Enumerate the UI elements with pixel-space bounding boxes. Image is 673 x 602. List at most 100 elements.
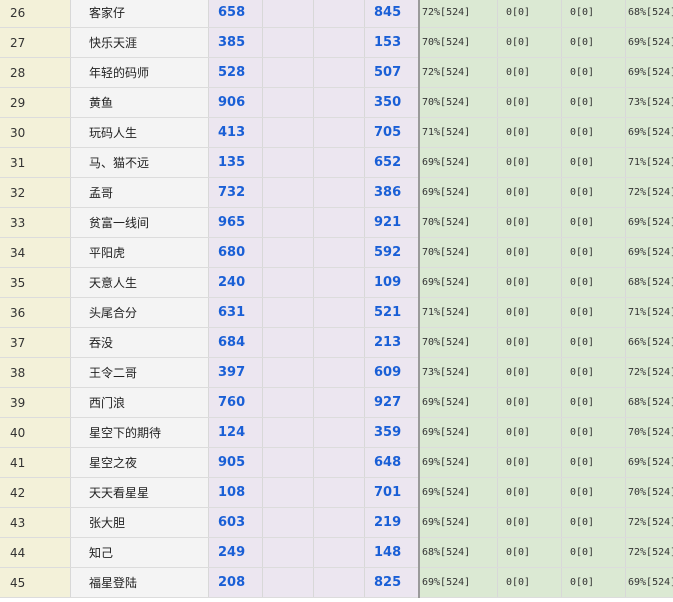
value2-cell: 648 <box>364 447 420 478</box>
zero2-cell: 0[0] <box>561 387 626 418</box>
table-row: 42 天天看星星 108 701 69%[524] 0[0] 0[0] 70%[524] <box>0 477 673 508</box>
value2-cell: 359 <box>364 417 420 448</box>
rate2-cell: 72%[524] <box>625 357 673 388</box>
value2-cell: 921 <box>364 207 420 238</box>
zero2-cell: 0[0] <box>561 477 626 508</box>
rate1-cell: 68%[524] <box>419 537 498 568</box>
table-row: 35 天意人生 240 109 69%[524] 0[0] 0[0] 68%[524] <box>0 267 673 298</box>
rate2-cell: 69%[524] <box>625 117 673 148</box>
rank-cell: 27 <box>0 27 71 58</box>
empty-cell-b <box>313 177 365 208</box>
rate2-cell: 69%[524] <box>625 57 673 88</box>
value1-cell: 397 <box>208 357 263 388</box>
rank-cell: 34 <box>0 237 71 268</box>
rank-cell: 45 <box>0 567 71 598</box>
empty-cell-b <box>313 0 365 28</box>
name-cell: 年轻的码师 <box>70 57 209 88</box>
empty-cell-a <box>262 477 314 508</box>
empty-cell-b <box>313 537 365 568</box>
empty-cell-a <box>262 537 314 568</box>
zero2-cell: 0[0] <box>561 417 626 448</box>
zero1-cell: 0[0] <box>497 417 562 448</box>
rate2-cell: 70%[524] <box>625 477 673 508</box>
empty-cell-a <box>262 567 314 598</box>
name-cell: 王令二哥 <box>70 357 209 388</box>
table-row: 44 知己 249 148 68%[524] 0[0] 0[0] 72%[524] <box>0 537 673 568</box>
zero2-cell: 0[0] <box>561 327 626 358</box>
rank-cell: 37 <box>0 327 71 358</box>
rank-cell: 39 <box>0 387 71 418</box>
rate1-cell: 70%[524] <box>419 87 498 118</box>
rank-cell: 42 <box>0 477 71 508</box>
zero1-cell: 0[0] <box>497 477 562 508</box>
rate2-cell: 71%[524] <box>625 297 673 328</box>
zero1-cell: 0[0] <box>497 0 562 28</box>
rank-cell: 31 <box>0 147 71 178</box>
table-row: 26 客家仔 658 845 72%[524] 0[0] 0[0] 68%[524] <box>0 0 673 28</box>
zero2-cell: 0[0] <box>561 0 626 28</box>
empty-cell-a <box>262 417 314 448</box>
zero1-cell: 0[0] <box>497 537 562 568</box>
zero2-cell: 0[0] <box>561 207 626 238</box>
empty-cell-a <box>262 0 314 28</box>
zero2-cell: 0[0] <box>561 177 626 208</box>
value2-cell: 521 <box>364 297 420 328</box>
empty-cell-a <box>262 57 314 88</box>
rate2-cell: 69%[524] <box>625 237 673 268</box>
zero1-cell: 0[0] <box>497 327 562 358</box>
rank-cell: 29 <box>0 87 71 118</box>
empty-cell-b <box>313 387 365 418</box>
rank-cell: 28 <box>0 57 71 88</box>
rate2-cell: 68%[524] <box>625 0 673 28</box>
value1-cell: 603 <box>208 507 263 538</box>
rank-cell: 33 <box>0 207 71 238</box>
name-cell: 天意人生 <box>70 267 209 298</box>
value1-cell: 528 <box>208 57 263 88</box>
zero2-cell: 0[0] <box>561 297 626 328</box>
name-cell: 玩码人生 <box>70 117 209 148</box>
table-row: 33 贫富一线间 965 921 70%[524] 0[0] 0[0] 69%[524] <box>0 207 673 238</box>
empty-cell-b <box>313 267 365 298</box>
name-cell: 知己 <box>70 537 209 568</box>
value1-cell: 732 <box>208 177 263 208</box>
table-row: 34 平阳虎 680 592 70%[524] 0[0] 0[0] 69%[524] <box>0 237 673 268</box>
value1-cell: 905 <box>208 447 263 478</box>
rank-cell: 40 <box>0 417 71 448</box>
empty-cell-a <box>262 297 314 328</box>
zero2-cell: 0[0] <box>561 507 626 538</box>
zero2-cell: 0[0] <box>561 147 626 178</box>
empty-cell-b <box>313 147 365 178</box>
table-row: 41 星空之夜 905 648 69%[524] 0[0] 0[0] 69%[524] <box>0 447 673 478</box>
rate2-cell: 72%[524] <box>625 537 673 568</box>
value1-cell: 135 <box>208 147 263 178</box>
zero1-cell: 0[0] <box>497 567 562 598</box>
rate1-cell: 72%[524] <box>419 0 498 28</box>
empty-cell-b <box>313 297 365 328</box>
empty-cell-a <box>262 87 314 118</box>
rate1-cell: 69%[524] <box>419 447 498 478</box>
table-row: 31 马、猫不远 135 652 69%[524] 0[0] 0[0] 71%[524] <box>0 147 673 178</box>
value2-cell: 701 <box>364 477 420 508</box>
rate2-cell: 70%[524] <box>625 417 673 448</box>
rate1-cell: 71%[524] <box>419 297 498 328</box>
rate1-cell: 70%[524] <box>419 237 498 268</box>
value2-cell: 386 <box>364 177 420 208</box>
value1-cell: 249 <box>208 537 263 568</box>
table-row: 43 张大胆 603 219 69%[524] 0[0] 0[0] 72%[524] <box>0 507 673 538</box>
value2-cell: 507 <box>364 57 420 88</box>
rate1-cell: 69%[524] <box>419 417 498 448</box>
value2-cell: 153 <box>364 27 420 58</box>
name-cell: 星空之夜 <box>70 447 209 478</box>
rate1-cell: 69%[524] <box>419 267 498 298</box>
empty-cell-a <box>262 237 314 268</box>
value1-cell: 208 <box>208 567 263 598</box>
name-cell: 吞没 <box>70 327 209 358</box>
rate2-cell: 68%[524] <box>625 387 673 418</box>
table-row: 40 星空下的期待 124 359 69%[524] 0[0] 0[0] 70%[524] <box>0 417 673 448</box>
rate1-cell: 69%[524] <box>419 567 498 598</box>
name-cell: 孟哥 <box>70 177 209 208</box>
rank-cell: 38 <box>0 357 71 388</box>
table-row: 29 黄鱼 906 350 70%[524] 0[0] 0[0] 73%[524] <box>0 87 673 118</box>
zero2-cell: 0[0] <box>561 87 626 118</box>
empty-cell-a <box>262 177 314 208</box>
